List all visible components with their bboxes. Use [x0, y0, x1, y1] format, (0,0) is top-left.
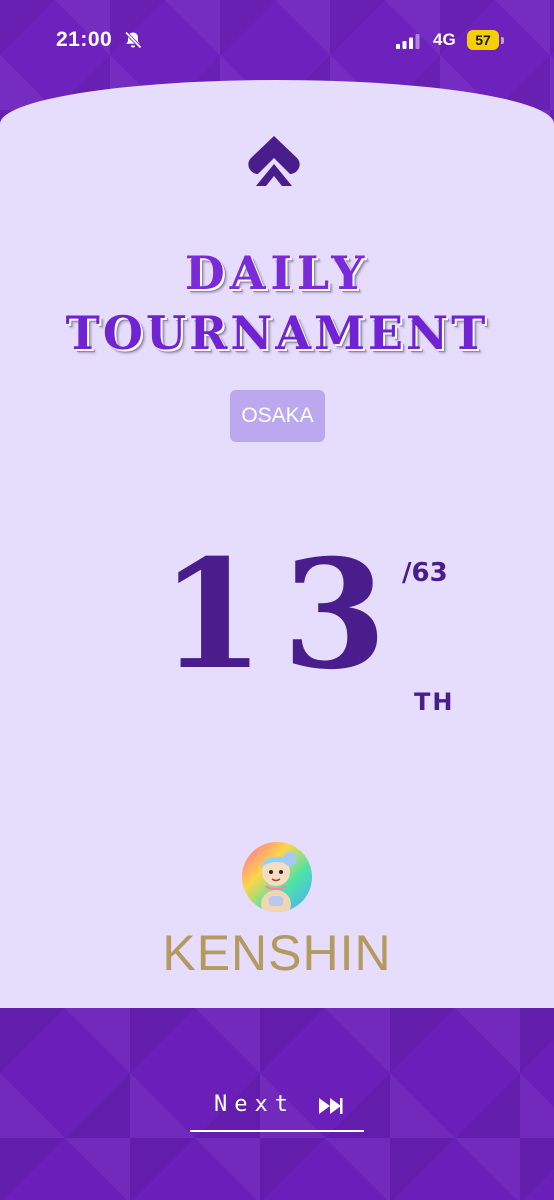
- spade-icon: [248, 136, 300, 186]
- network-type: 4G: [433, 30, 456, 49]
- status-time: 21:00: [56, 28, 113, 51]
- rank-suffix: TH: [414, 688, 455, 716]
- next-button[interactable]: Next: [190, 1088, 364, 1132]
- signal-icon: [396, 34, 420, 49]
- player-avatar: [242, 842, 312, 912]
- city-badge: OSAKA: [230, 390, 325, 442]
- bell-slash-icon: [124, 31, 142, 49]
- rank-total: /63: [402, 558, 448, 588]
- next-button-label: Next: [214, 1092, 295, 1117]
- title-line-tournament: TOURNAMENT: [65, 306, 489, 360]
- battery-indicator: 57: [467, 30, 499, 50]
- battery-tip: [501, 37, 504, 44]
- player-name: KENSHIN: [162, 925, 392, 981]
- tournament-title: DAILY TOURNAMENT: [0, 250, 554, 356]
- rank-number: 13: [160, 527, 405, 703]
- title-line-daily: DAILY: [0, 250, 554, 296]
- status-bar: 21:00 4G 57: [0, 0, 554, 80]
- fast-forward-icon: [319, 1098, 343, 1114]
